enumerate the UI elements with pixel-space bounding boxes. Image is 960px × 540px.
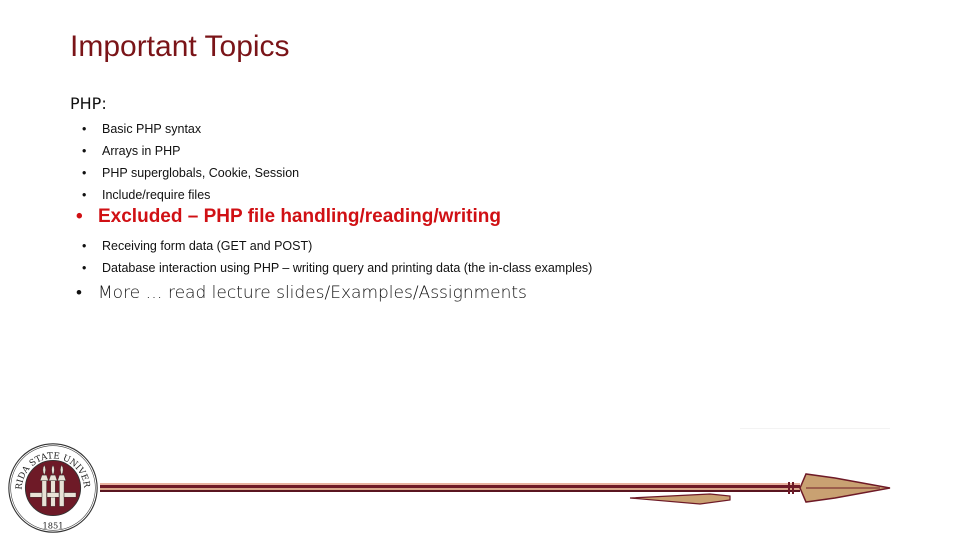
section-label: PHP: bbox=[70, 94, 107, 113]
bullet: • bbox=[82, 166, 87, 180]
topic-list-b: • Receiving form data (GET and POST) • D… bbox=[76, 235, 592, 279]
spear-feather bbox=[629, 493, 731, 505]
more-list: • More … read lecture slides/Examples/Ass… bbox=[76, 283, 527, 303]
list-item: • PHP superglobals, Cookie, Session bbox=[76, 162, 299, 184]
bullet: • bbox=[76, 283, 82, 303]
bullet: • bbox=[82, 261, 87, 275]
seal-year: 1851 bbox=[42, 520, 63, 530]
slide-title: Important Topics bbox=[70, 30, 290, 63]
list-item: • Database interaction using PHP – writi… bbox=[76, 257, 592, 279]
divider bbox=[740, 428, 890, 429]
bullet: • bbox=[82, 239, 87, 253]
spear-head bbox=[788, 473, 891, 503]
bullet: • bbox=[82, 188, 87, 202]
list-item: • Receiving form data (GET and POST) bbox=[76, 235, 592, 257]
spear-divider-icon bbox=[100, 473, 891, 505]
spear-shaft bbox=[100, 483, 800, 492]
bullet: • bbox=[82, 144, 87, 158]
bullet: • bbox=[82, 122, 87, 136]
topic-list: • Basic PHP syntax • Arrays in PHP • PHP … bbox=[76, 118, 299, 206]
bullet: • bbox=[76, 206, 83, 227]
list-item: • Arrays in PHP bbox=[76, 140, 299, 162]
excluded-item: • Excluded – PHP file handling/reading/wr… bbox=[76, 206, 501, 227]
list-item: • Include/require files bbox=[76, 184, 299, 206]
list-item: • Basic PHP syntax bbox=[76, 118, 299, 140]
university-seal-logo: FLORIDA STATE UNIVERSITY 1851 bbox=[7, 442, 98, 533]
excluded-list: • Excluded – PHP file handling/reading/wr… bbox=[76, 206, 501, 228]
more-item: • More … read lecture slides/Examples/Ass… bbox=[76, 283, 527, 303]
